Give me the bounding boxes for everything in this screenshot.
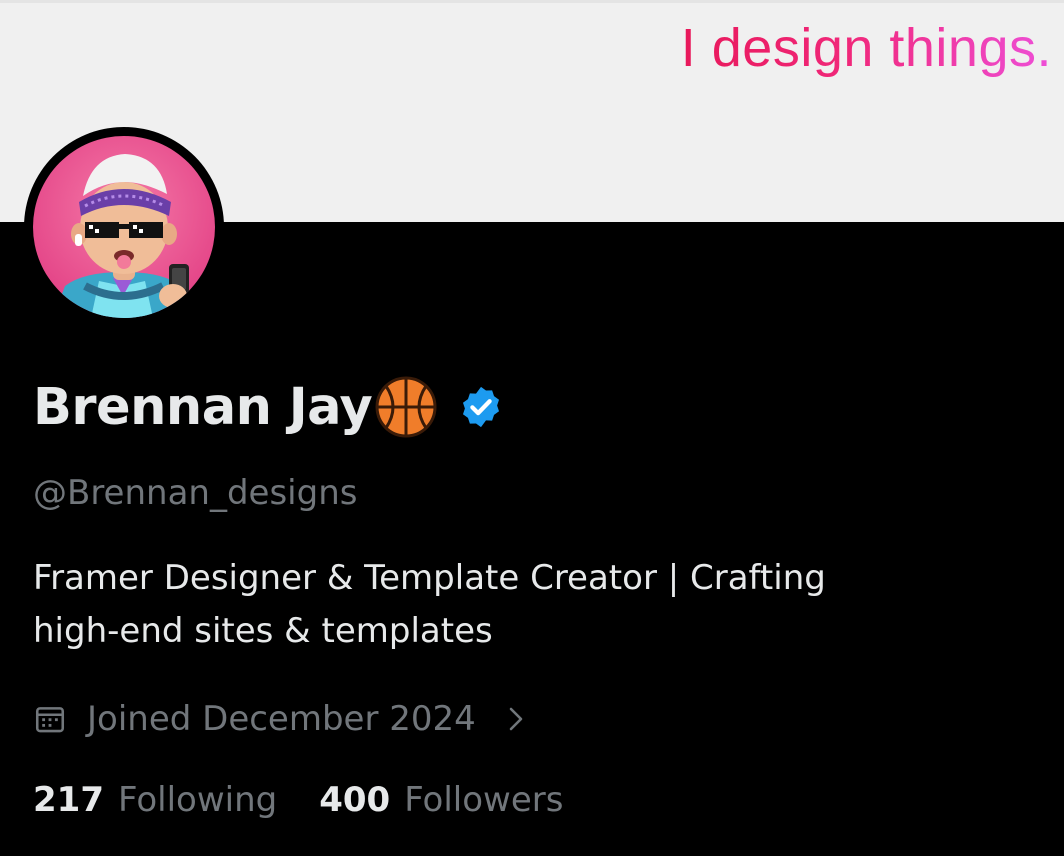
avatar-image bbox=[33, 136, 215, 318]
bio-line: high-end sites & templates bbox=[33, 611, 493, 651]
verified-badge-icon[interactable] bbox=[458, 384, 504, 430]
chevron-right-icon bbox=[509, 707, 523, 731]
followers-label: Followers bbox=[404, 780, 564, 820]
calendar-icon bbox=[35, 707, 65, 733]
display-name-row: Brennan Jay bbox=[33, 372, 504, 442]
basketball-icon bbox=[375, 376, 437, 438]
followers-count: 400 bbox=[319, 780, 391, 820]
following-count: 217 bbox=[33, 780, 104, 820]
following-link[interactable]: 217 Following bbox=[33, 780, 277, 820]
followers-link[interactable]: 400 Followers bbox=[319, 780, 563, 820]
joined-date: Joined December 2024 bbox=[87, 699, 476, 739]
follow-stats: 217 Following 400 Followers bbox=[33, 780, 563, 830]
following-label: Following bbox=[117, 780, 278, 820]
profile-page: I design things. Brennan Jay @Brennan_de… bbox=[0, 0, 1064, 856]
avatar[interactable] bbox=[24, 127, 224, 327]
banner-tagline: I design things. bbox=[680, 18, 1052, 78]
joined-date-row[interactable]: Joined December 2024 bbox=[33, 695, 526, 743]
profile-handle: @Brennan_designs bbox=[33, 473, 358, 513]
bio-line: Framer Designer & Template Creator | Cra… bbox=[33, 558, 826, 598]
display-name: Brennan Jay bbox=[33, 377, 373, 437]
profile-bio: Framer Designer & Template Creator | Cra… bbox=[33, 552, 1013, 658]
